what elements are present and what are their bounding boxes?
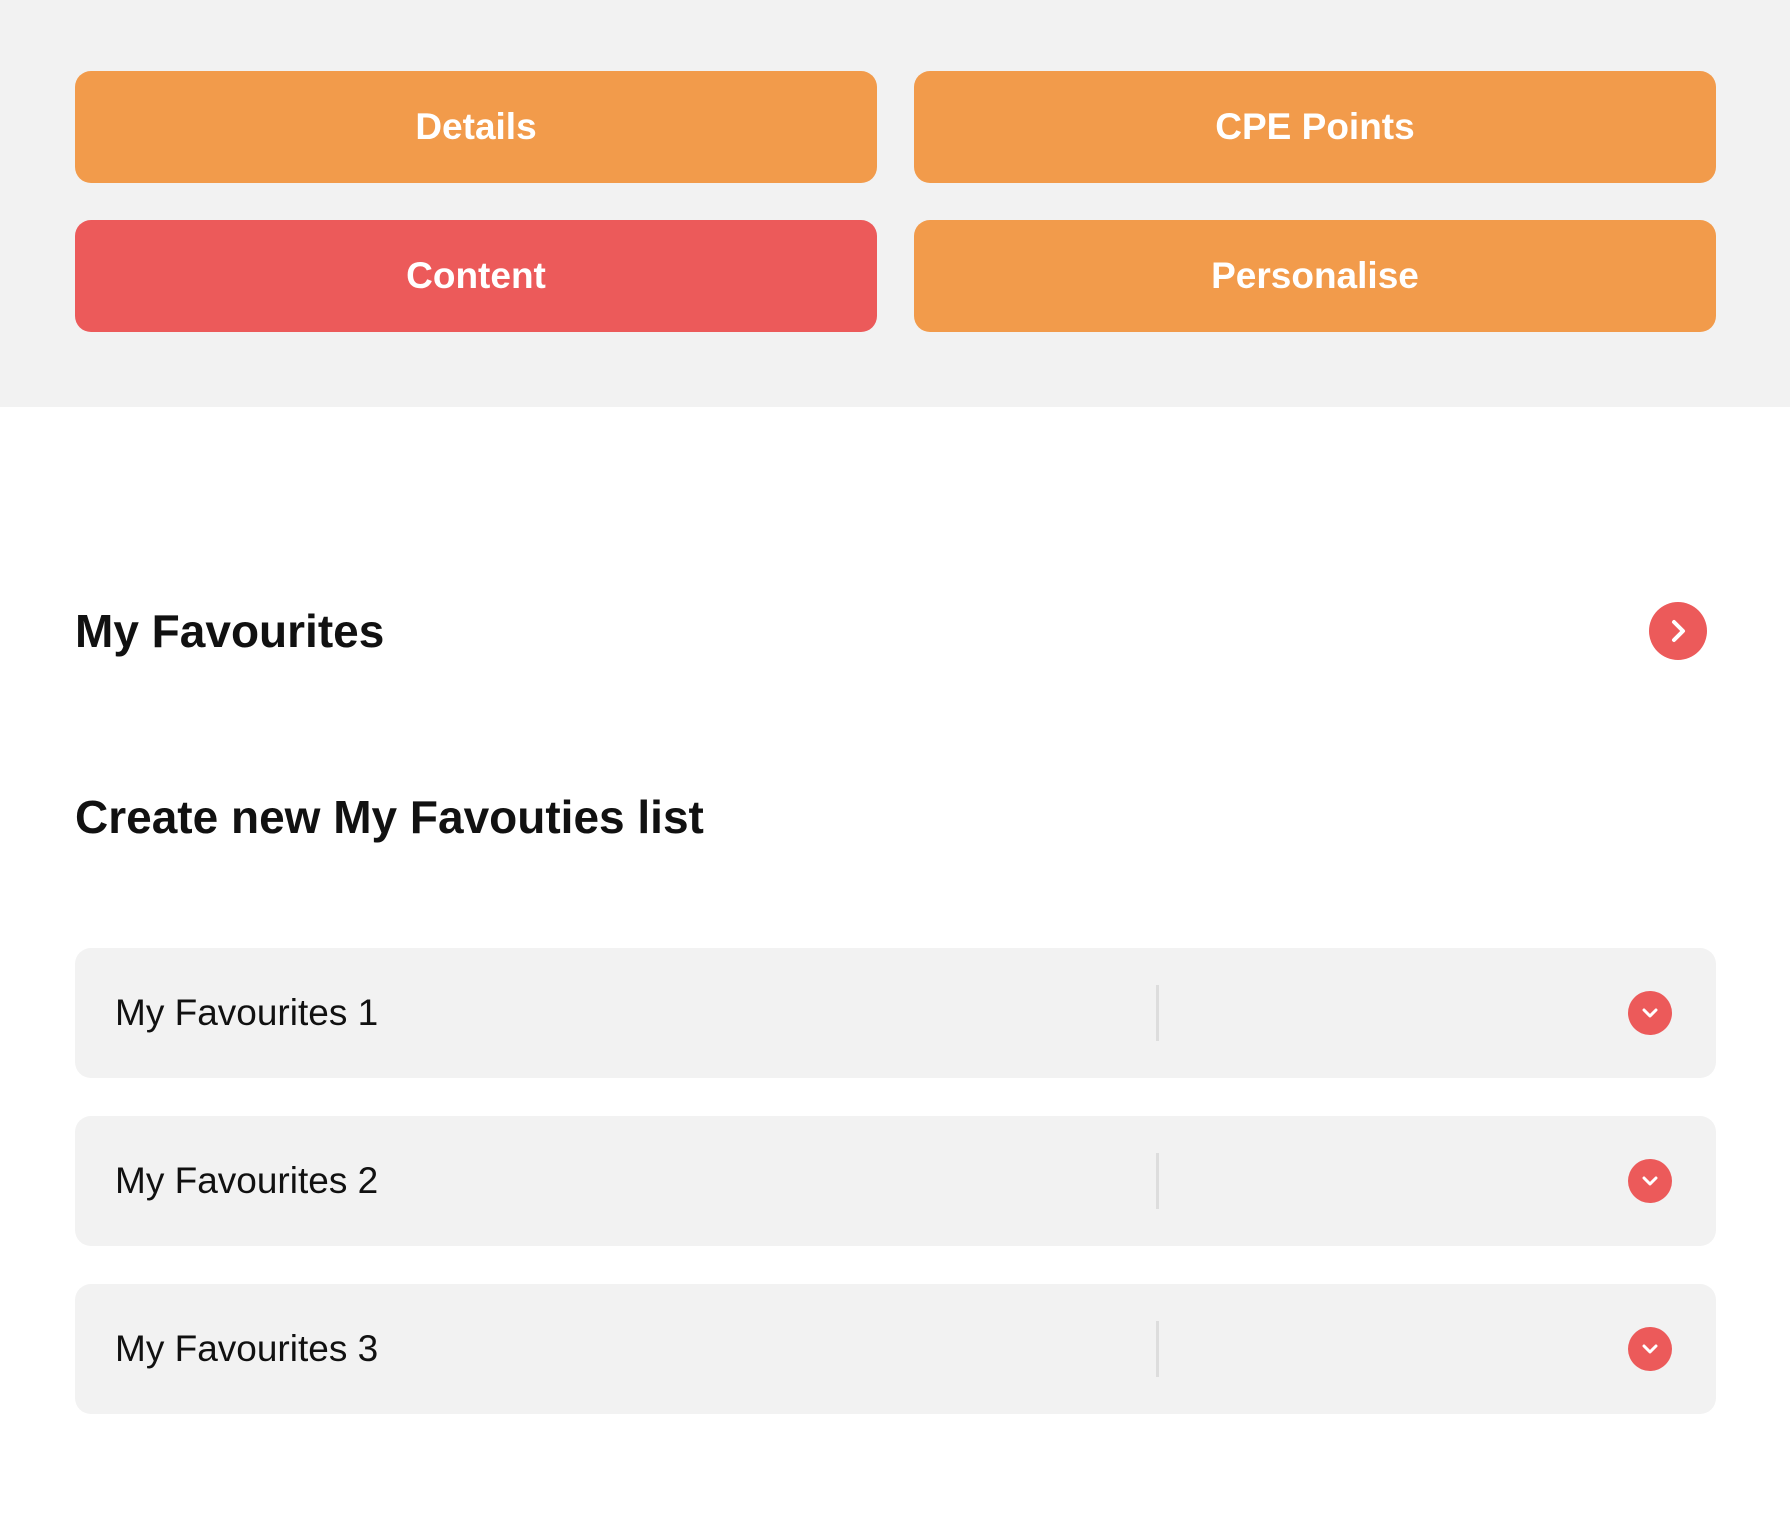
chevron-down-icon — [1642, 1344, 1658, 1354]
list-item-label: My Favourites 1 — [115, 992, 379, 1033]
divider — [1156, 985, 1159, 1041]
chevron-down-icon — [1642, 1176, 1658, 1186]
tab-content[interactable]: Content — [75, 220, 877, 332]
list-item-label: My Favourites 3 — [115, 1328, 379, 1369]
favourites-title: My Favourites — [75, 605, 385, 657]
list-item-label: My Favourites 2 — [115, 1160, 379, 1201]
list-item[interactable]: My Favourites 2 — [75, 1116, 1716, 1246]
divider — [1156, 1153, 1159, 1209]
tab-details[interactable]: Details — [75, 71, 877, 183]
divider — [1156, 1321, 1159, 1377]
list-item[interactable]: My Favourites 3 — [75, 1284, 1716, 1414]
tab-cpe-points[interactable]: CPE Points — [914, 71, 1716, 183]
chevron-right-icon — [1672, 620, 1685, 642]
tab-panel: Details CPE Points Content Personalise — [0, 0, 1790, 407]
list-item[interactable]: My Favourites 1 — [75, 948, 1716, 1078]
favourites-list: My Favourites 1 My Favourites 2 My Favou… — [75, 948, 1716, 1452]
expand-button[interactable] — [1628, 1327, 1672, 1371]
favourites-next-button[interactable] — [1649, 602, 1707, 660]
tab-personalise[interactable]: Personalise — [914, 220, 1716, 332]
chevron-down-icon — [1642, 1008, 1658, 1018]
expand-button[interactable] — [1628, 1159, 1672, 1203]
expand-button[interactable] — [1628, 991, 1672, 1035]
create-list-title[interactable]: Create new My Favouties list — [75, 790, 704, 844]
